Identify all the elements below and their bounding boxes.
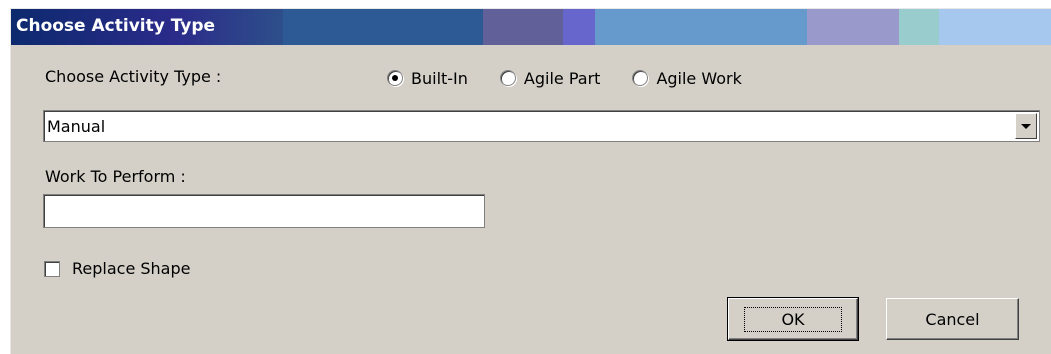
ok-button[interactable]: OK [727, 297, 859, 341]
dialog-title: Choose Activity Type [16, 16, 216, 36]
radio-label-built-in: Built-In [411, 68, 468, 88]
title-bar-segment [939, 9, 1051, 45]
ok-button-label: OK [744, 306, 842, 332]
radio-label-agile-work: Agile Work [656, 68, 742, 88]
cancel-button-label: Cancel [925, 309, 980, 329]
dropdown-button[interactable] [1015, 113, 1037, 139]
title-bar-segment [899, 9, 939, 45]
replace-shape-checkbox[interactable] [44, 260, 60, 277]
title-bar[interactable]: Choose Activity Type [11, 9, 1051, 45]
work-to-perform-label: Work To Perform : [45, 167, 186, 186]
work-to-perform-input[interactable] [43, 194, 485, 228]
title-bar-segment [283, 9, 483, 45]
title-bar-segment [563, 9, 595, 45]
cancel-button[interactable]: Cancel [886, 298, 1019, 340]
title-bar-segment [595, 9, 807, 45]
chevron-down-icon [1021, 123, 1031, 129]
title-bar-segment [483, 9, 563, 45]
radio-option-agile-part[interactable]: Agile Part [499, 68, 601, 88]
radio-button-agile-work[interactable] [632, 70, 649, 86]
radio-label-agile-part: Agile Part [523, 68, 601, 88]
title-bar-segment [807, 9, 899, 45]
activity-type-radio-group: Built-In Agile Part Agile Work [387, 66, 774, 90]
radio-button-agile-part[interactable] [499, 70, 516, 86]
replace-shape-label: Replace Shape [72, 259, 191, 278]
activity-select-value: Manual [47, 117, 106, 136]
dialog-window: Choose Activity Type Choose Activity Typ… [10, 8, 1051, 354]
radio-option-built-in[interactable]: Built-In [387, 69, 468, 88]
activity-type-label: Choose Activity Type : [45, 67, 222, 86]
replace-shape-row[interactable]: Replace Shape [44, 259, 190, 278]
radio-button-built-in[interactable] [387, 70, 403, 86]
radio-option-agile-work[interactable]: Agile Work [632, 68, 742, 88]
activity-select[interactable]: Manual [43, 110, 1040, 142]
